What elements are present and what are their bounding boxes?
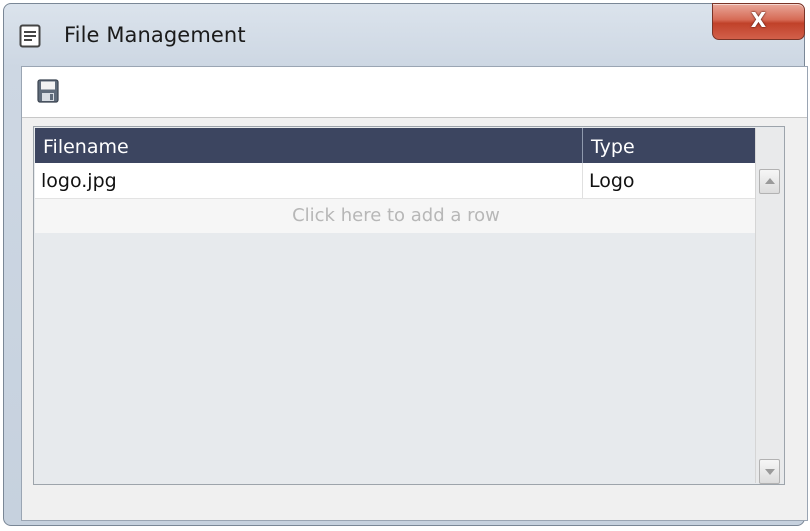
document-list-icon	[19, 24, 41, 48]
toolbar	[22, 67, 807, 118]
close-icon: X	[750, 8, 767, 32]
scroll-down-button[interactable]	[759, 459, 780, 484]
arrow-down-icon	[765, 469, 775, 475]
save-icon[interactable]	[37, 79, 59, 103]
arrow-up-icon	[765, 178, 775, 184]
window-title: File Management	[64, 23, 246, 47]
vertical-scrollbar[interactable]	[755, 128, 783, 484]
close-button[interactable]: X	[712, 3, 805, 40]
column-header-filename[interactable]: Filename	[35, 128, 583, 163]
file-management-window: File Management X Filename Type logo.jpg…	[3, 3, 808, 526]
column-header-type[interactable]: Type	[583, 128, 757, 163]
client-area: Filename Type logo.jpg Logo Click here t…	[21, 66, 808, 521]
table-row[interactable]: logo.jpg Logo	[35, 163, 757, 199]
files-grid: Filename Type logo.jpg Logo Click here t…	[33, 126, 785, 485]
grid-header: Filename Type	[35, 128, 757, 163]
scroll-up-button[interactable]	[759, 169, 780, 194]
cell-filename[interactable]: logo.jpg	[35, 163, 583, 198]
title-bar[interactable]: File Management X	[4, 3, 805, 66]
add-row-button[interactable]: Click here to add a row	[35, 199, 757, 233]
cell-type[interactable]: Logo	[583, 163, 757, 198]
